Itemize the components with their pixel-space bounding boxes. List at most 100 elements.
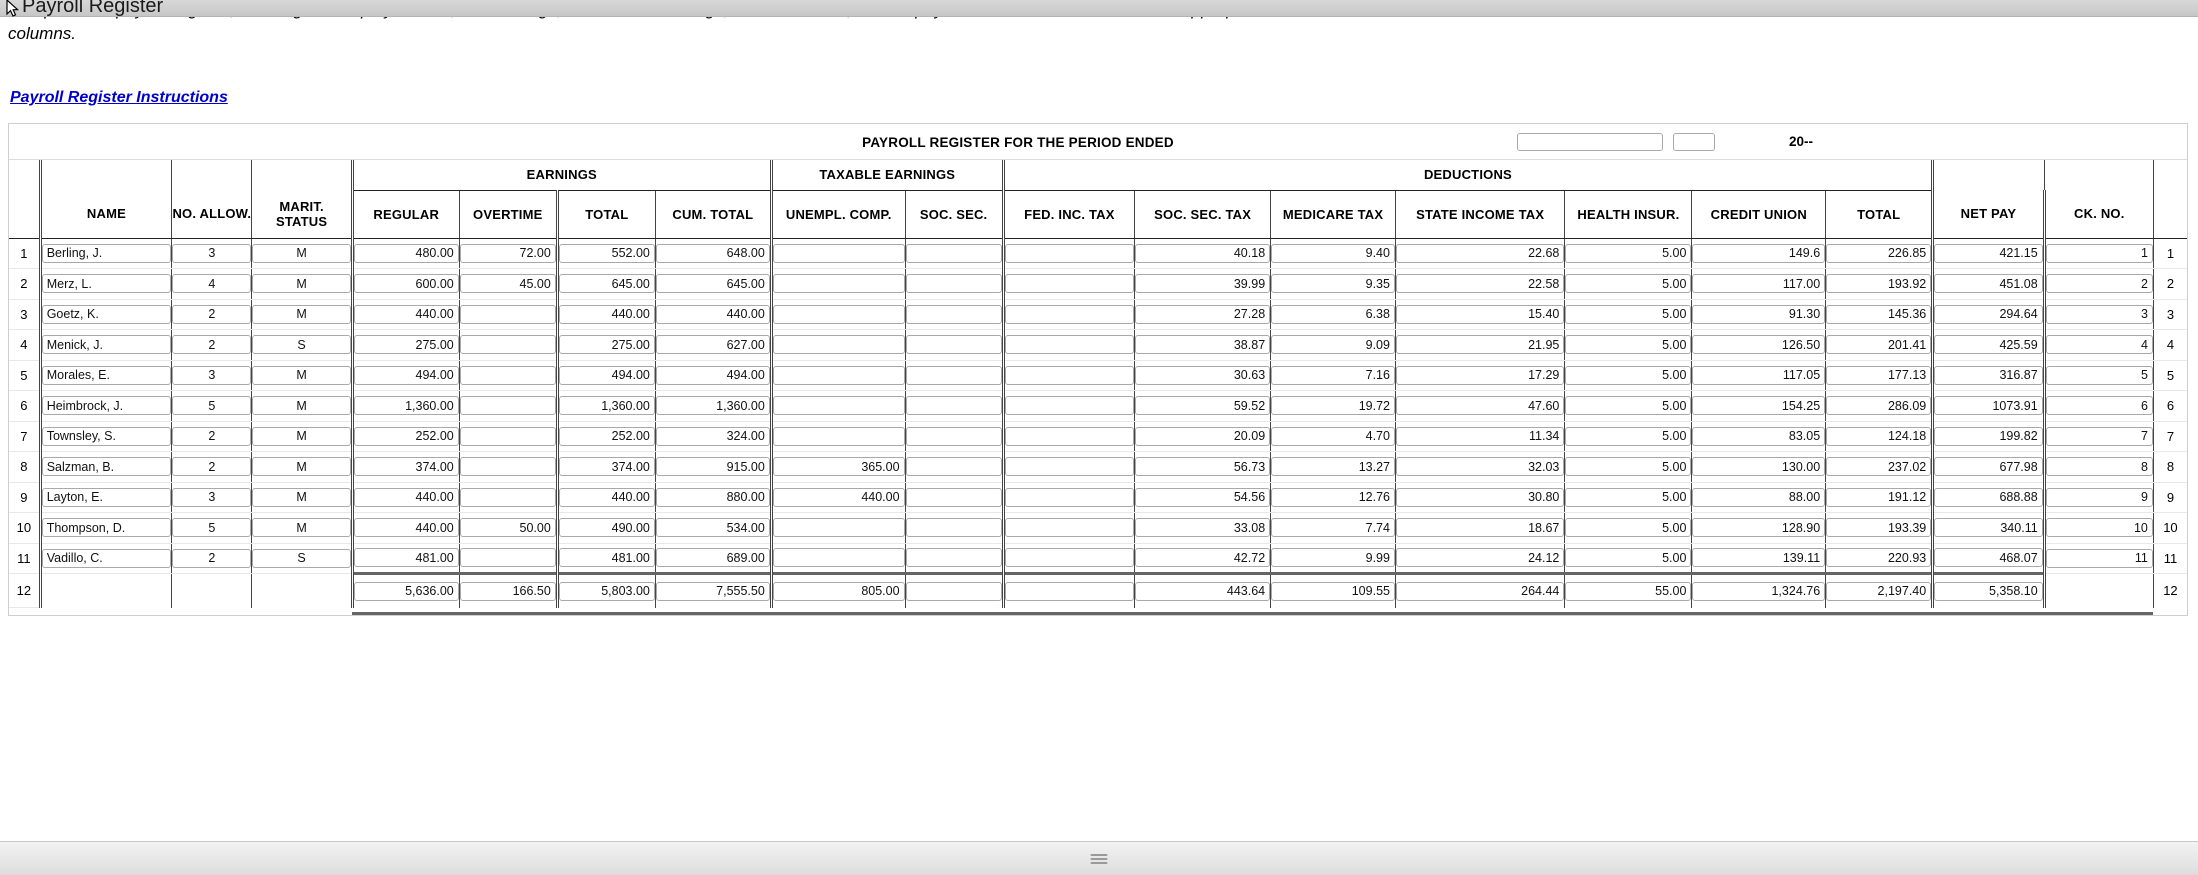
row-soc-sec-input[interactable] xyxy=(905,304,1002,324)
row-no-allow-input[interactable] xyxy=(172,518,252,538)
period-ended-input[interactable] xyxy=(1517,133,1663,151)
row-marit-status-input[interactable] xyxy=(252,274,351,294)
row-deductions-total-input[interactable] xyxy=(1826,426,1932,446)
row-regular-input[interactable] xyxy=(353,365,459,385)
row-name-input[interactable] xyxy=(41,396,172,416)
row-soc-sec-tax-input[interactable] xyxy=(1135,548,1271,568)
row-credit-union-input[interactable] xyxy=(1692,457,1826,477)
row-soc-sec-tax-input[interactable] xyxy=(1135,396,1271,416)
row-soc-sec-input[interactable] xyxy=(905,365,1002,385)
row-overtime-input[interactable] xyxy=(459,518,556,538)
row-ck-no-input[interactable] xyxy=(2045,304,2153,324)
row-credit-union-input[interactable] xyxy=(1692,487,1826,507)
row-unempl-comp-input[interactable] xyxy=(772,243,905,263)
row-net-pay-input[interactable] xyxy=(1934,487,2043,507)
totals-net-pay-input[interactable] xyxy=(1934,581,2043,601)
row-state-income-tax-input[interactable] xyxy=(1395,365,1565,385)
row-deductions-total-input[interactable] xyxy=(1826,243,1932,263)
row-net-pay-input[interactable] xyxy=(1934,396,2043,416)
row-state-income-tax-input[interactable] xyxy=(1395,548,1565,568)
row-regular-input[interactable] xyxy=(353,457,459,477)
row-cum-total-input[interactable] xyxy=(655,243,770,263)
row-medicare-tax-input[interactable] xyxy=(1271,396,1395,416)
totals-cum-total-input[interactable] xyxy=(655,581,770,601)
row-no-allow-input[interactable] xyxy=(172,274,252,294)
row-unempl-comp-input[interactable] xyxy=(772,304,905,324)
row-ck-no-input[interactable] xyxy=(2045,243,2153,263)
row-fed-inc-tax-input[interactable] xyxy=(1004,487,1135,507)
row-soc-sec-tax-input[interactable] xyxy=(1135,365,1271,385)
row-earnings-total-input[interactable] xyxy=(558,274,655,294)
totals-medicare-tax-input[interactable] xyxy=(1271,581,1395,601)
row-state-income-tax-input[interactable] xyxy=(1395,243,1565,263)
row-soc-sec-input[interactable] xyxy=(905,548,1002,568)
row-unempl-comp-input[interactable] xyxy=(772,457,905,477)
row-soc-sec-input[interactable] xyxy=(905,457,1002,477)
row-name-input[interactable] xyxy=(41,274,172,294)
row-credit-union-input[interactable] xyxy=(1692,335,1826,355)
row-cum-total-input[interactable] xyxy=(655,426,770,446)
row-credit-union-input[interactable] xyxy=(1692,365,1826,385)
row-regular-input[interactable] xyxy=(353,396,459,416)
totals-earnings-total-input[interactable] xyxy=(558,581,655,601)
totals-soc-sec-input[interactable] xyxy=(905,581,1002,601)
row-net-pay-input[interactable] xyxy=(1934,335,2043,355)
row-regular-input[interactable] xyxy=(353,274,459,294)
row-overtime-input[interactable] xyxy=(459,457,556,477)
row-soc-sec-input[interactable] xyxy=(905,518,1002,538)
row-overtime-input[interactable] xyxy=(459,335,556,355)
row-cum-total-input[interactable] xyxy=(655,457,770,477)
row-net-pay-input[interactable] xyxy=(1934,548,2043,568)
row-soc-sec-input[interactable] xyxy=(905,426,1002,446)
row-name-input[interactable] xyxy=(41,365,172,385)
row-net-pay-input[interactable] xyxy=(1934,243,2043,263)
row-cum-total-input[interactable] xyxy=(655,304,770,324)
row-health-insur-input[interactable] xyxy=(1565,365,1692,385)
row-name-input[interactable] xyxy=(41,426,172,446)
totals-regular-input[interactable] xyxy=(353,581,459,601)
row-marit-status-input[interactable] xyxy=(252,365,351,385)
payroll-register-instructions-link[interactable]: Payroll Register Instructions xyxy=(10,89,228,107)
row-net-pay-input[interactable] xyxy=(1934,365,2043,385)
row-soc-sec-tax-input[interactable] xyxy=(1135,304,1271,324)
row-medicare-tax-input[interactable] xyxy=(1271,274,1395,294)
row-earnings-total-input[interactable] xyxy=(558,457,655,477)
row-marit-status-input[interactable] xyxy=(252,243,351,263)
row-no-allow-input[interactable] xyxy=(172,365,252,385)
row-ck-no-input[interactable] xyxy=(2045,426,2153,446)
row-health-insur-input[interactable] xyxy=(1565,274,1692,294)
row-health-insur-input[interactable] xyxy=(1565,457,1692,477)
row-marit-status-input[interactable] xyxy=(252,487,351,507)
row-cum-total-input[interactable] xyxy=(655,365,770,385)
row-fed-inc-tax-input[interactable] xyxy=(1004,426,1135,446)
row-fed-inc-tax-input[interactable] xyxy=(1004,518,1135,538)
row-soc-sec-input[interactable] xyxy=(905,335,1002,355)
row-ck-no-input[interactable] xyxy=(2045,457,2153,477)
row-regular-input[interactable] xyxy=(353,335,459,355)
row-health-insur-input[interactable] xyxy=(1565,335,1692,355)
row-medicare-tax-input[interactable] xyxy=(1271,304,1395,324)
row-no-allow-input[interactable] xyxy=(172,304,252,324)
row-net-pay-input[interactable] xyxy=(1934,426,2043,446)
row-overtime-input[interactable] xyxy=(459,548,556,568)
row-name-input[interactable] xyxy=(41,243,172,263)
row-soc-sec-input[interactable] xyxy=(905,274,1002,294)
row-deductions-total-input[interactable] xyxy=(1826,487,1932,507)
row-soc-sec-tax-input[interactable] xyxy=(1135,426,1271,446)
row-cum-total-input[interactable] xyxy=(655,518,770,538)
row-no-allow-input[interactable] xyxy=(172,243,252,263)
row-state-income-tax-input[interactable] xyxy=(1395,304,1565,324)
row-earnings-total-input[interactable] xyxy=(558,365,655,385)
row-state-income-tax-input[interactable] xyxy=(1395,518,1565,538)
totals-fed-inc-tax-input[interactable] xyxy=(1004,581,1135,601)
row-marit-status-input[interactable] xyxy=(252,457,351,477)
row-overtime-input[interactable] xyxy=(459,487,556,507)
row-credit-union-input[interactable] xyxy=(1692,274,1826,294)
row-earnings-total-input[interactable] xyxy=(558,426,655,446)
row-net-pay-input[interactable] xyxy=(1934,304,2043,324)
row-medicare-tax-input[interactable] xyxy=(1271,548,1395,568)
row-health-insur-input[interactable] xyxy=(1565,304,1692,324)
row-health-insur-input[interactable] xyxy=(1565,243,1692,263)
row-credit-union-input[interactable] xyxy=(1692,426,1826,446)
row-soc-sec-input[interactable] xyxy=(905,396,1002,416)
